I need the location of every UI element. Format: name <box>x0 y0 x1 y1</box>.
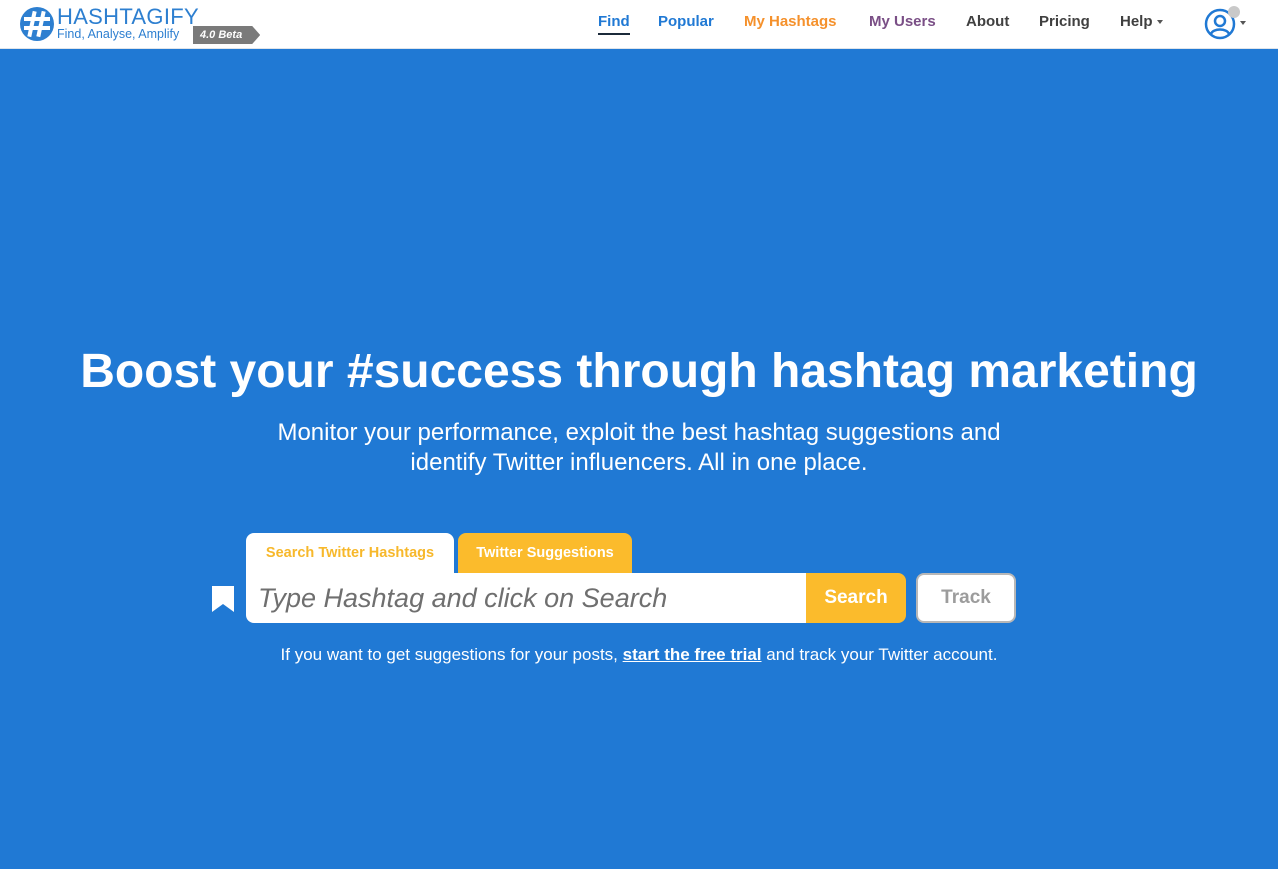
nav-about[interactable]: About <box>966 12 1009 32</box>
search-button[interactable]: Search <box>806 573 906 623</box>
chevron-down-icon <box>1156 20 1163 25</box>
search-box <box>246 573 806 623</box>
trial-cta: If you want to get suggestions for your … <box>200 643 1078 667</box>
track-button[interactable]: Track <box>916 573 1016 623</box>
tab-search-twitter-hashtags[interactable]: Search Twitter Hashtags <box>246 533 454 574</box>
hashtag-search-input[interactable] <box>246 573 806 623</box>
account-menu[interactable] <box>1204 6 1250 40</box>
bookmark-icon[interactable] <box>211 585 235 613</box>
nav-popular[interactable]: Popular <box>658 12 714 32</box>
hashtag-logo-icon <box>20 7 54 41</box>
cta-text-before: If you want to get suggestions for your … <box>280 645 623 664</box>
start-free-trial-link[interactable]: start the free trial <box>623 645 762 664</box>
hero-title: Boost your #success through hashtag mark… <box>80 345 1198 398</box>
brand-name: HASHTAGIFY <box>57 4 199 29</box>
nav-pricing[interactable]: Pricing <box>1039 12 1090 32</box>
brand-tagline: Find, Analyse, Amplify <box>57 27 180 41</box>
status-dot <box>1228 6 1240 18</box>
nav-find[interactable]: Find <box>598 12 630 35</box>
nav-my-hashtags[interactable]: My Hashtags <box>744 12 837 32</box>
tab-twitter-suggestions[interactable]: Twitter Suggestions <box>458 533 632 574</box>
hero-subtitle-line-1: Monitor your performance, exploit the be… <box>277 419 1001 446</box>
nav-my-users[interactable]: My Users <box>869 12 936 32</box>
version-badge: 4.0 Beta <box>193 26 260 44</box>
hero-subtitle: Monitor your performance, exploit the be… <box>230 418 1048 478</box>
nav-help-label: Help <box>1120 13 1153 30</box>
nav-help[interactable]: Help <box>1120 12 1163 32</box>
chevron-down-icon <box>1240 21 1246 25</box>
hero-subtitle-line-2: identify Twitter influencers. All in one… <box>410 449 868 476</box>
cta-text-after: and track your Twitter account. <box>761 645 998 664</box>
top-navbar: HASHTAGIFY Find, Analyse, Amplify 4.0 Be… <box>0 0 1278 49</box>
